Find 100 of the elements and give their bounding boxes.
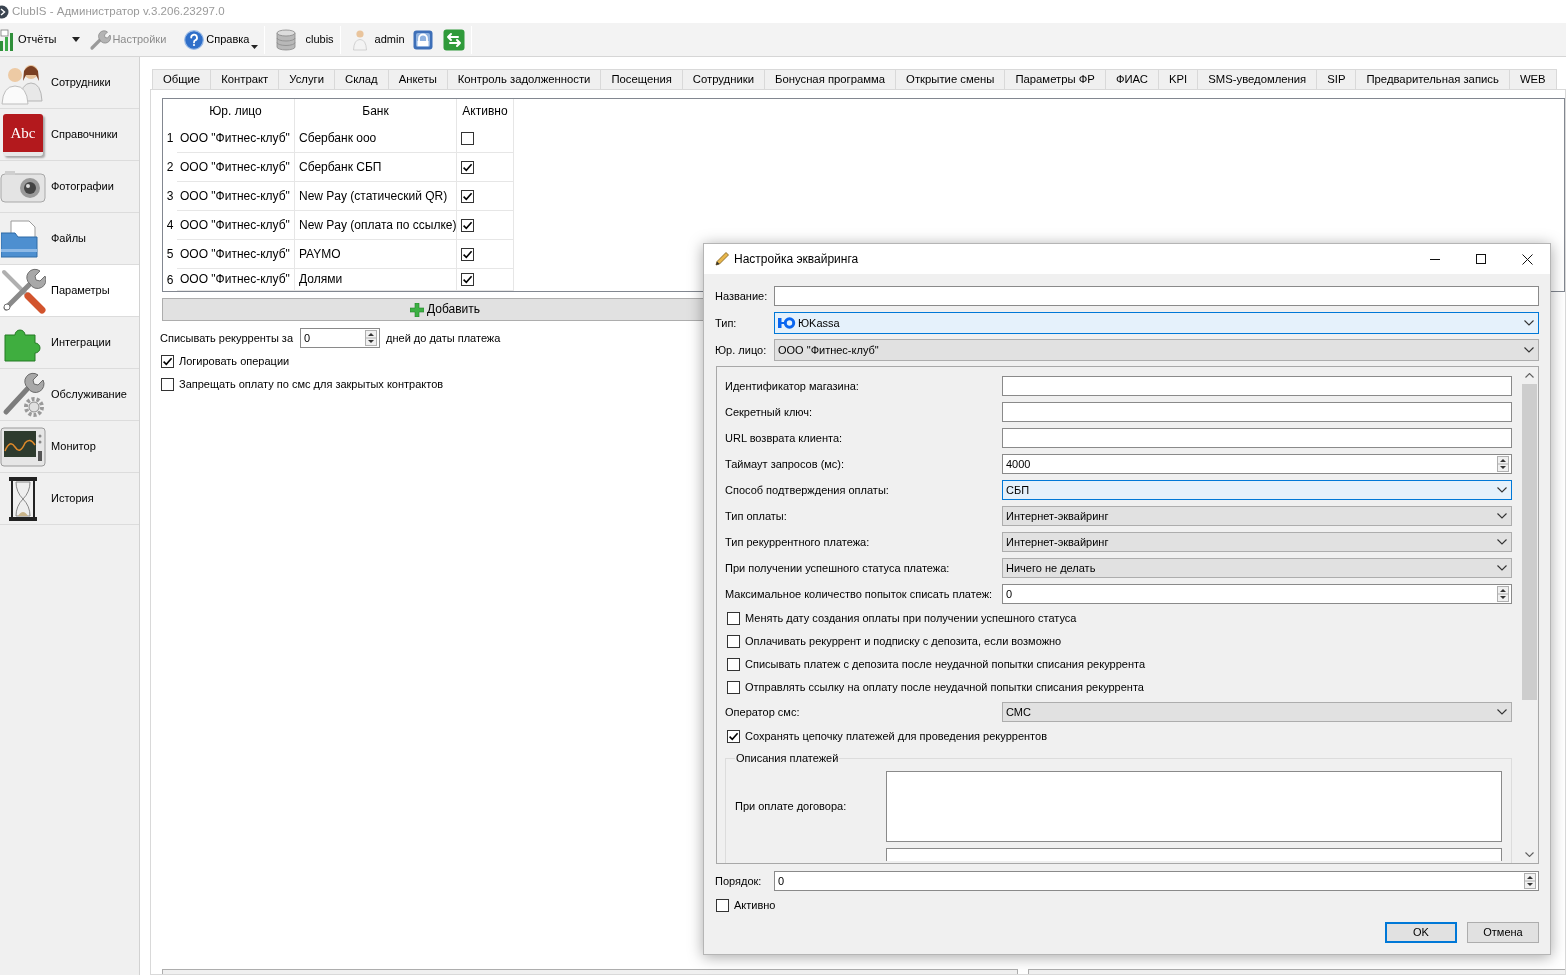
field-label: Тип оплаты: bbox=[725, 508, 788, 524]
tab[interactable]: SIP bbox=[1316, 69, 1357, 90]
checkbox[interactable] bbox=[727, 730, 740, 743]
field-label: Идентификатор магазина: bbox=[725, 378, 860, 394]
field-label: дней до даты платежа bbox=[386, 330, 501, 346]
chevron-down-icon[interactable] bbox=[1524, 320, 1534, 326]
dropdown[interactable]: ООО "Фитнес-клуб" bbox=[774, 339, 1539, 361]
tab[interactable]: Параметры ФР bbox=[1004, 69, 1106, 90]
exit-arrows-icon[interactable] bbox=[442, 28, 465, 51]
field-label: Оператор смс: bbox=[725, 704, 801, 720]
text-area[interactable] bbox=[886, 771, 1502, 842]
checkbox[interactable] bbox=[727, 681, 740, 694]
maximize-icon[interactable] bbox=[1476, 254, 1486, 264]
tools-icon bbox=[0, 267, 46, 314]
chevron-down-icon[interactable] bbox=[1497, 539, 1507, 545]
text-area[interactable] bbox=[886, 848, 1502, 861]
row-number: 6 bbox=[165, 271, 175, 289]
number-field[interactable]: 0 bbox=[300, 328, 380, 348]
row-number: 1 bbox=[165, 130, 175, 147]
number-field[interactable]: 0 bbox=[1002, 584, 1512, 604]
logo-icon bbox=[778, 317, 796, 329]
checkbox[interactable] bbox=[461, 160, 474, 174]
toolbar-button[interactable]: clubis bbox=[275, 24, 334, 55]
tab[interactable]: Бонусная программа bbox=[764, 69, 897, 90]
table-cell: New Pay (оплата по ссылке) bbox=[295, 211, 457, 240]
scroll-up-icon[interactable] bbox=[1525, 373, 1534, 378]
scrollbar-thumb[interactable] bbox=[1522, 384, 1537, 700]
checkbox[interactable] bbox=[161, 378, 174, 391]
dropdown[interactable]: Ничего не делать bbox=[1002, 558, 1512, 578]
checkbox-label: Отправлять ссылку на оплату после неудачной попытки списания рекуррента bbox=[745, 680, 1144, 695]
table-cell: ООО "Фитнес-клуб" bbox=[177, 124, 295, 153]
tab[interactable]: Предварительная запись bbox=[1355, 69, 1510, 90]
checkbox-label: Списывать платеж с депозита после неудачной попытки списания рекуррента bbox=[745, 657, 1145, 672]
number-field[interactable]: 0 bbox=[774, 871, 1539, 891]
column-header[interactable]: Активно bbox=[457, 99, 514, 124]
spin-arrows-icon[interactable] bbox=[1524, 873, 1536, 889]
checkbox[interactable] bbox=[461, 218, 474, 232]
checkbox[interactable] bbox=[727, 612, 740, 625]
dialog-button[interactable]: Отмена bbox=[1467, 922, 1539, 943]
tab[interactable]: Посещения bbox=[600, 69, 683, 90]
caret-icon[interactable] bbox=[72, 37, 81, 42]
plus-icon bbox=[409, 302, 424, 317]
dialog-button[interactable]: OK bbox=[1385, 922, 1457, 943]
checkbox[interactable] bbox=[461, 273, 474, 286]
sidebar-item[interactable]: Обслуживание bbox=[0, 369, 139, 421]
spin-arrows-icon[interactable] bbox=[1497, 456, 1509, 472]
dropdown[interactable]: Интернет-эквайринг bbox=[1002, 532, 1512, 552]
checkbox-label: Менять дату создания оплаты при получении успешного статуса bbox=[745, 611, 1077, 626]
table-cell: ООО "Фитнес-клуб" bbox=[177, 211, 295, 240]
table-cell: Сбербанк СБП bbox=[295, 153, 457, 182]
table-cell: New Pay (статический QR) bbox=[295, 182, 457, 211]
column-header[interactable]: Банк bbox=[295, 99, 457, 124]
wrench-icon bbox=[89, 28, 112, 51]
tab[interactable]: SMS-уведомления bbox=[1197, 69, 1318, 90]
checkbox[interactable] bbox=[461, 131, 474, 145]
dropdown[interactable]: СБП bbox=[1002, 480, 1512, 500]
tab[interactable]: Открытие смены bbox=[895, 69, 1006, 90]
chevron-down-icon[interactable] bbox=[1497, 709, 1507, 715]
checkbox[interactable] bbox=[461, 247, 474, 261]
field-label: Максимальное количество попыток списать платеж: bbox=[725, 586, 994, 602]
window-title: ClubIS - Администратор v.3.206.23297.0 bbox=[12, 4, 225, 19]
checkbox-label: Логировать операции bbox=[179, 354, 290, 369]
column-header[interactable]: Юр. лицо bbox=[177, 99, 295, 124]
checkbox[interactable] bbox=[161, 355, 174, 368]
toolbar-button[interactable]: admin bbox=[352, 24, 405, 55]
number-field[interactable]: 4000 bbox=[1002, 454, 1512, 474]
checkbox[interactable] bbox=[727, 658, 740, 671]
input-field[interactable] bbox=[1002, 428, 1512, 448]
table-cell: PAYMO bbox=[295, 240, 457, 269]
scroll-down-icon[interactable] bbox=[1525, 852, 1534, 857]
close-icon[interactable] bbox=[1521, 253, 1533, 265]
chevron-down-icon[interactable] bbox=[1524, 347, 1534, 353]
row-number: 3 bbox=[165, 188, 175, 205]
chevron-down-icon[interactable] bbox=[1497, 565, 1507, 571]
caret-icon[interactable] bbox=[251, 44, 259, 49]
chevron-down-icon[interactable] bbox=[1497, 487, 1507, 493]
input-field[interactable] bbox=[1002, 376, 1512, 396]
field-label: Секретный ключ: bbox=[725, 404, 814, 420]
spin-arrows-icon[interactable] bbox=[1497, 586, 1509, 602]
dropdown[interactable]: Интернет-эквайринг bbox=[1002, 506, 1512, 526]
chevron-down-icon[interactable] bbox=[1497, 513, 1507, 519]
checkbox[interactable] bbox=[727, 635, 740, 648]
user-icon bbox=[352, 28, 367, 51]
minimize-icon[interactable] bbox=[1430, 258, 1440, 260]
tab[interactable]: KPI bbox=[1158, 69, 1199, 90]
help-icon bbox=[184, 29, 205, 50]
spin-arrows-icon[interactable] bbox=[365, 330, 377, 346]
checkbox[interactable] bbox=[716, 899, 729, 912]
input-field[interactable] bbox=[1002, 402, 1512, 422]
dropdown[interactable]: СМС bbox=[1002, 702, 1512, 722]
table-cell: Сбербанк ооо bbox=[295, 124, 457, 153]
checkbox-label: Запрещать оплату по смс для закрытых контрактов bbox=[179, 377, 444, 392]
tab[interactable]: Склад bbox=[334, 69, 389, 90]
dropdown[interactable]: ЮKassa bbox=[774, 312, 1539, 334]
input-field[interactable] bbox=[774, 286, 1539, 306]
sidebar-item[interactable]: Параметры bbox=[0, 265, 139, 317]
toolbar-menu-button[interactable]: Справка bbox=[184, 24, 259, 55]
checkbox[interactable] bbox=[461, 189, 474, 203]
toolbar-button[interactable]: Отчёты bbox=[0, 24, 57, 55]
lock-icon[interactable] bbox=[412, 29, 433, 50]
